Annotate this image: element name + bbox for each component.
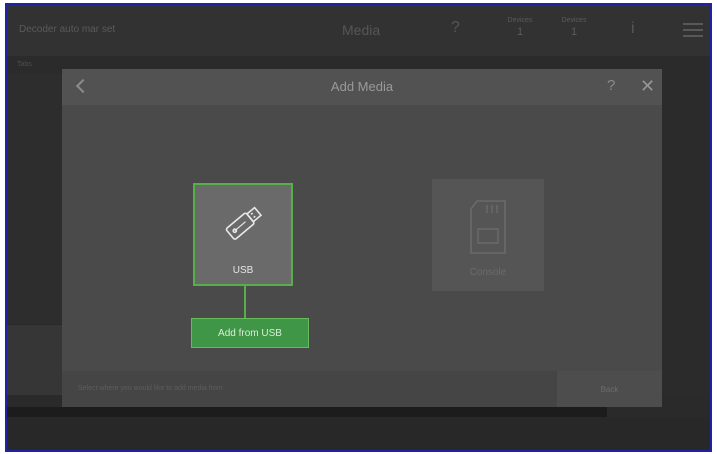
counter-b-value: 1: [570, 26, 578, 38]
dialog-help-icon[interactable]: ?: [607, 77, 615, 94]
counter-b: Devices 1: [554, 17, 594, 38]
add-media-dialog: Add Media ? ✕ USB Add from USB Console S…: [62, 69, 662, 407]
sd-card-icon: [470, 200, 506, 254]
dialog-footer: Select where you would like to add media…: [62, 371, 662, 407]
lower-band: [7, 325, 63, 395]
sub-tab[interactable]: Tabs: [17, 61, 32, 68]
usb-drive-icon: [225, 206, 263, 240]
footer-hint: Select where you would like to add media…: [78, 385, 223, 392]
left-pane: [7, 74, 62, 324]
dialog-title: Add Media: [330, 79, 394, 94]
usb-label: USB: [232, 265, 254, 276]
counter-a-label: Devices: [507, 17, 533, 24]
top-bar: Decoder auto mar set Media ? Devices 1 D…: [7, 5, 710, 56]
hamburger-menu-icon[interactable]: [683, 23, 703, 41]
counter-a-value: 1: [516, 26, 524, 38]
device-label: Decoder auto mar set: [19, 24, 116, 35]
counter-a: Devices 1: [500, 17, 540, 38]
close-icon[interactable]: ✕: [640, 77, 655, 95]
selection-connector: [244, 286, 246, 318]
counter-b-label: Devices: [561, 17, 587, 24]
help-icon[interactable]: ?: [451, 19, 460, 37]
page-title: Media: [342, 22, 381, 38]
usb-option[interactable]: USB: [193, 183, 293, 286]
add-from-usb-button[interactable]: Add from USB: [191, 318, 309, 348]
back-button[interactable]: Back: [557, 371, 662, 407]
console-option[interactable]: Console: [432, 179, 544, 291]
app-window: Decoder auto mar set Media ? Devices 1 D…: [5, 3, 712, 452]
info-icon[interactable]: i: [631, 20, 635, 38]
dialog-header: Add Media ? ✕: [62, 69, 662, 105]
bottom-nav: [7, 417, 710, 450]
bottom-strip: [7, 407, 607, 417]
right-pane: [662, 74, 710, 394]
console-label: Console: [469, 267, 507, 278]
